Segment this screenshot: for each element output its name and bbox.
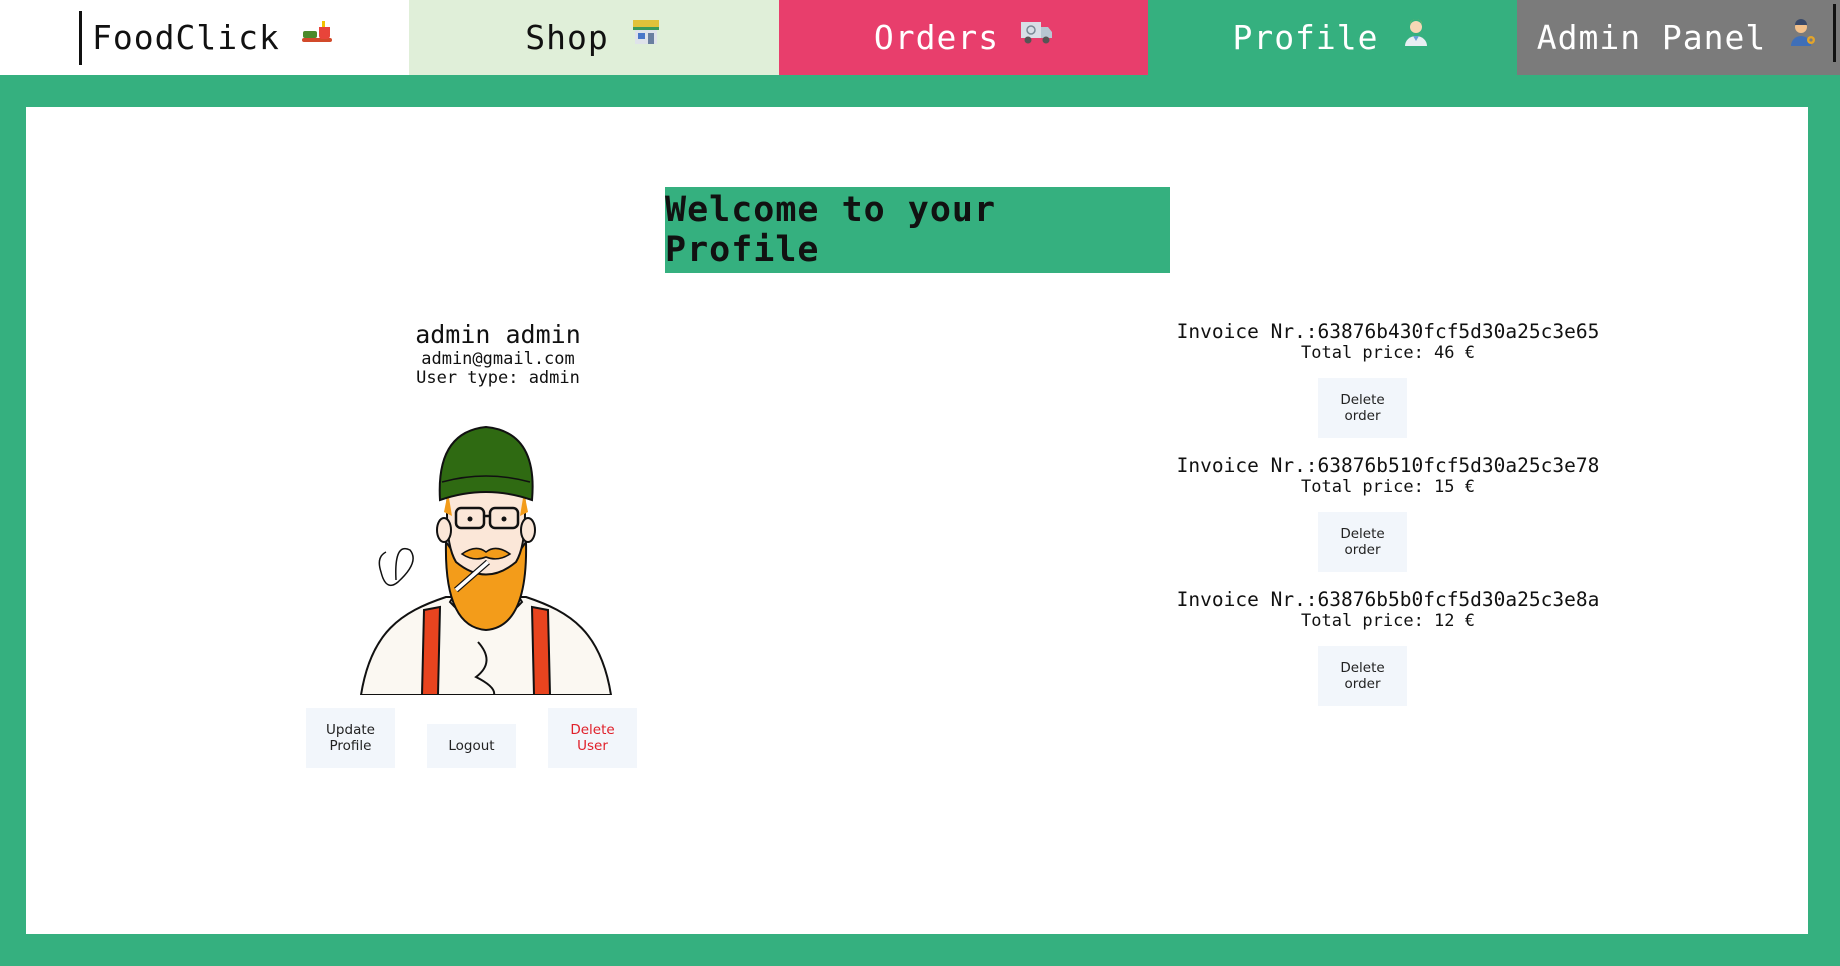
- person-icon: [1404, 18, 1427, 46]
- user-info: admin admin admin@gmail.com User type: a…: [306, 320, 690, 388]
- text-cursor-bar: [79, 10, 82, 65]
- nav-shop[interactable]: Shop: [409, 0, 779, 75]
- delete-order-button[interactable]: Delete order: [1318, 512, 1407, 572]
- invoice-number: Invoice Nr.:63876b430fcf5d30a25c3e65: [1176, 320, 1600, 343]
- delete-order-button[interactable]: Delete order: [1318, 378, 1407, 438]
- brand-label: FoodClick: [92, 18, 280, 57]
- delete-order-button[interactable]: Delete order: [1318, 646, 1407, 706]
- admin-person-icon: [1791, 18, 1816, 46]
- update-profile-button[interactable]: Update Profile: [306, 708, 395, 768]
- nav-profile-label: Profile: [1232, 18, 1379, 57]
- store-icon: [632, 19, 659, 44]
- text-cursor-bar: [1833, 4, 1836, 62]
- logout-button[interactable]: Logout: [427, 724, 516, 768]
- invoice-number: Invoice Nr.:63876b5b0fcf5d30a25c3e8a: [1176, 588, 1600, 611]
- user-type: User type: admin: [416, 368, 580, 388]
- delete-user-button[interactable]: Delete User: [548, 708, 637, 768]
- user-email: admin@gmail.com: [421, 349, 575, 369]
- invoice-item: Invoice Nr.:63876b5b0fcf5d30a25c3e8a Tot…: [1106, 588, 1670, 632]
- profile-card: Welcome to your Profile admin admin admi…: [26, 107, 1808, 934]
- nav-admin-label: Admin Panel: [1536, 18, 1767, 57]
- nav-brand[interactable]: FoodClick: [0, 0, 409, 75]
- nav-orders[interactable]: Orders: [779, 0, 1148, 75]
- top-nav: FoodClick Shop Orders Profile Admin Pane…: [0, 0, 1840, 75]
- food-tray-icon: [301, 20, 332, 42]
- invoice-total: Total price: 15 €: [1301, 477, 1475, 497]
- invoice-total: Total price: 12 €: [1301, 611, 1475, 631]
- nav-orders-label: Orders: [873, 18, 1000, 57]
- invoice-number: Invoice Nr.:63876b510fcf5d30a25c3e78: [1176, 454, 1600, 477]
- delivery-truck-icon: [1021, 21, 1053, 43]
- user-name: admin admin: [415, 320, 581, 349]
- invoice-item: Invoice Nr.:63876b510fcf5d30a25c3e78 Tot…: [1106, 454, 1670, 498]
- nav-profile[interactable]: Profile: [1148, 0, 1517, 75]
- invoice-item: Invoice Nr.:63876b430fcf5d30a25c3e65 Tot…: [1106, 320, 1670, 364]
- nav-admin-panel[interactable]: Admin Panel: [1517, 0, 1840, 75]
- page-title: Welcome to your Profile: [665, 187, 1170, 273]
- nav-shop-label: Shop: [525, 18, 609, 57]
- avatar: [359, 425, 613, 695]
- invoice-total: Total price: 46 €: [1301, 343, 1475, 363]
